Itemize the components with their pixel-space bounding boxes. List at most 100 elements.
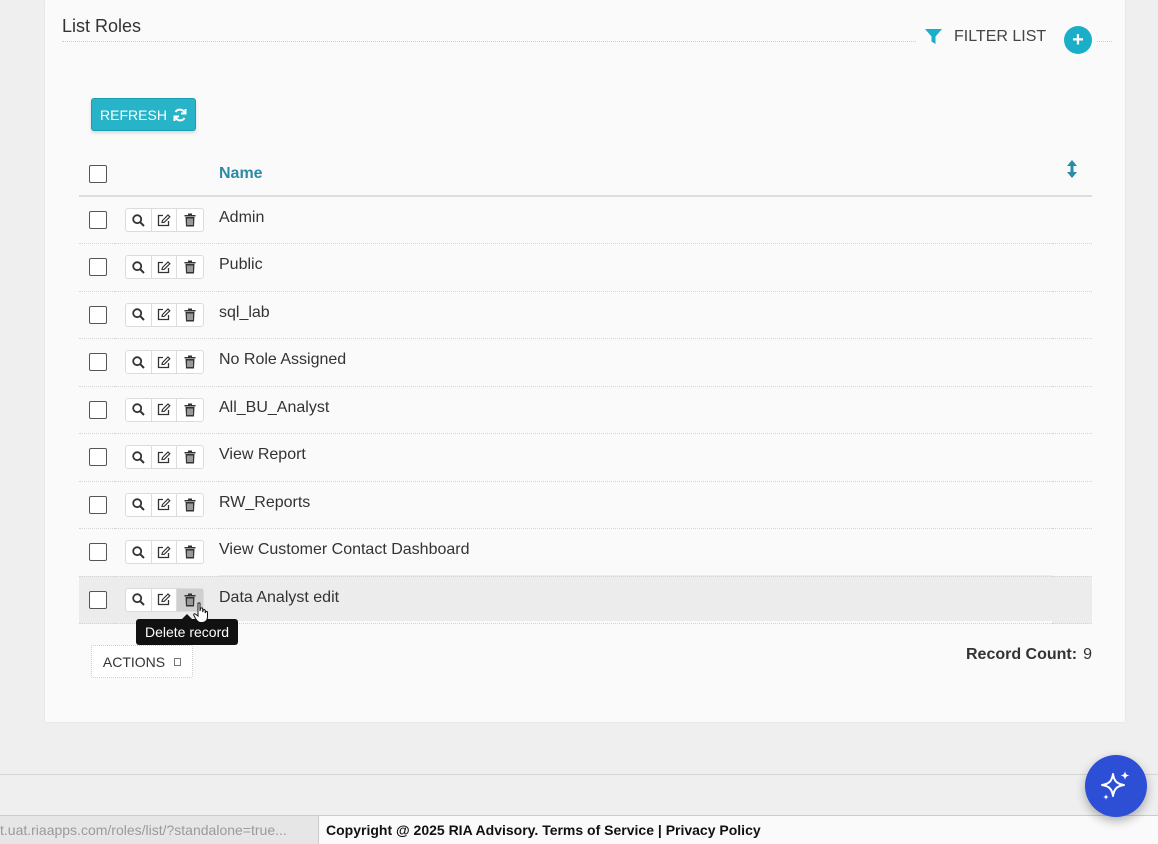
trash-icon bbox=[184, 545, 196, 559]
role-name-cell[interactable]: RW_Reports bbox=[219, 479, 1052, 527]
edit-record-button[interactable] bbox=[152, 256, 177, 279]
search-icon bbox=[132, 593, 145, 606]
table-row: No Role Assigned bbox=[79, 337, 1092, 386]
view-record-button[interactable] bbox=[126, 351, 152, 374]
actions-label: ACTIONS bbox=[102, 653, 166, 670]
refresh-icon bbox=[173, 108, 187, 121]
page-title: List Roles bbox=[62, 16, 142, 36]
row-checkbox[interactable] bbox=[89, 590, 107, 609]
row-checkbox[interactable] bbox=[89, 305, 107, 324]
name-column-header[interactable]: Name bbox=[219, 150, 1052, 196]
view-record-button[interactable] bbox=[126, 588, 152, 611]
sparkles-icon bbox=[1101, 771, 1130, 800]
edit-icon bbox=[157, 355, 171, 369]
role-name-cell[interactable]: View Customer Contact Dashboard bbox=[219, 527, 1052, 575]
delete-record-button[interactable] bbox=[177, 256, 203, 278]
row-checkbox[interactable] bbox=[89, 400, 107, 419]
search-icon bbox=[132, 261, 145, 274]
role-name-cell[interactable]: All_BU_Analyst bbox=[219, 384, 1052, 432]
edit-record-button[interactable] bbox=[152, 209, 177, 231]
footer: Copyright @ 2025 RIA Advisory. Terms of … bbox=[319, 815, 1158, 844]
row-checkbox[interactable] bbox=[89, 258, 107, 277]
row-checkbox[interactable] bbox=[89, 448, 107, 467]
view-record-button[interactable] bbox=[126, 493, 152, 516]
role-name-cell[interactable]: Public bbox=[219, 242, 1052, 290]
view-record-button[interactable] bbox=[126, 541, 152, 564]
actions-dropdown-button[interactable]: ACTIONS bbox=[91, 645, 193, 678]
delete-record-button[interactable] bbox=[177, 494, 203, 516]
record-count: Record Count: 9 bbox=[966, 646, 1092, 664]
row-actions bbox=[125, 397, 204, 422]
table-row: View Customer Contact Dashboard bbox=[79, 527, 1092, 576]
row-actions bbox=[125, 540, 204, 565]
edit-record-button[interactable] bbox=[152, 398, 177, 421]
trash-icon bbox=[184, 213, 196, 227]
edit-icon bbox=[157, 213, 171, 227]
delete-record-button[interactable] bbox=[177, 351, 203, 373]
edit-record-button[interactable] bbox=[152, 493, 177, 516]
delete-record-button[interactable] bbox=[177, 541, 203, 563]
row-checkbox[interactable] bbox=[89, 210, 107, 229]
trash-icon bbox=[184, 403, 196, 417]
edit-record-button[interactable] bbox=[152, 446, 177, 469]
filter-list-button[interactable]: FILTER LIST bbox=[925, 28, 1046, 46]
row-checkbox[interactable] bbox=[89, 495, 107, 514]
role-name-cell[interactable]: Data Analyst edit bbox=[219, 574, 1052, 622]
view-record-button[interactable] bbox=[126, 398, 152, 421]
trash-icon bbox=[184, 355, 196, 369]
search-icon bbox=[132, 403, 145, 416]
trash-icon bbox=[184, 450, 196, 464]
edit-record-button[interactable] bbox=[152, 588, 177, 611]
search-icon bbox=[132, 308, 145, 321]
sort-icon[interactable] bbox=[1067, 160, 1077, 178]
table-row: Data Analyst edit bbox=[79, 576, 1092, 624]
add-record-button[interactable]: + bbox=[1064, 26, 1092, 54]
view-record-button[interactable] bbox=[126, 256, 152, 279]
role-name-cell[interactable]: View Report bbox=[219, 432, 1052, 480]
role-name-cell[interactable]: sql_lab bbox=[219, 289, 1052, 337]
record-count-label: Record Count: bbox=[965, 646, 1078, 663]
delete-record-button[interactable] bbox=[177, 399, 203, 421]
filter-list-label: FILTER LIST bbox=[954, 28, 1047, 45]
edit-record-button[interactable] bbox=[152, 303, 177, 326]
trash-icon bbox=[184, 498, 196, 512]
view-record-button[interactable] bbox=[126, 446, 152, 469]
privacy-link[interactable]: Privacy Policy bbox=[666, 822, 761, 838]
role-name-cell[interactable]: No Role Assigned bbox=[219, 337, 1052, 385]
record-count-value: 9 bbox=[1083, 646, 1092, 663]
select-all-checkbox[interactable] bbox=[89, 164, 107, 183]
edit-icon bbox=[157, 403, 171, 416]
search-icon bbox=[132, 546, 145, 559]
edit-icon bbox=[157, 450, 171, 464]
row-checkbox[interactable] bbox=[89, 353, 107, 372]
table-row: Admin bbox=[79, 196, 1092, 244]
ai-assistant-button[interactable] bbox=[1085, 755, 1147, 817]
refresh-button[interactable]: REFRESH bbox=[91, 98, 196, 131]
table-row: View Report bbox=[79, 432, 1092, 481]
row-actions bbox=[125, 208, 204, 232]
edit-record-button[interactable] bbox=[152, 351, 177, 374]
refresh-label: REFRESH bbox=[100, 106, 167, 123]
terms-link[interactable]: Terms of Service bbox=[542, 822, 654, 838]
plus-icon: + bbox=[1072, 29, 1084, 51]
table-row: Public bbox=[79, 242, 1092, 291]
delete-record-button[interactable] bbox=[177, 446, 203, 468]
search-icon bbox=[132, 451, 145, 464]
row-actions bbox=[125, 587, 204, 612]
role-name-cell[interactable]: Admin bbox=[219, 194, 1052, 242]
view-record-button[interactable] bbox=[126, 303, 152, 326]
delete-record-button[interactable] bbox=[177, 209, 203, 231]
edit-record-button[interactable] bbox=[152, 541, 177, 564]
table-row: All_BU_Analyst bbox=[79, 386, 1092, 434]
view-record-button[interactable] bbox=[126, 209, 152, 231]
page-divider bbox=[0, 774, 1158, 775]
row-actions bbox=[125, 255, 204, 280]
search-icon bbox=[132, 356, 145, 369]
delete-tooltip: Delete record bbox=[136, 614, 239, 645]
row-checkbox[interactable] bbox=[89, 543, 107, 562]
row-actions bbox=[125, 492, 204, 517]
search-icon bbox=[132, 213, 145, 227]
edit-icon bbox=[157, 498, 171, 511]
search-icon bbox=[132, 498, 145, 511]
delete-record-button[interactable] bbox=[177, 304, 203, 326]
